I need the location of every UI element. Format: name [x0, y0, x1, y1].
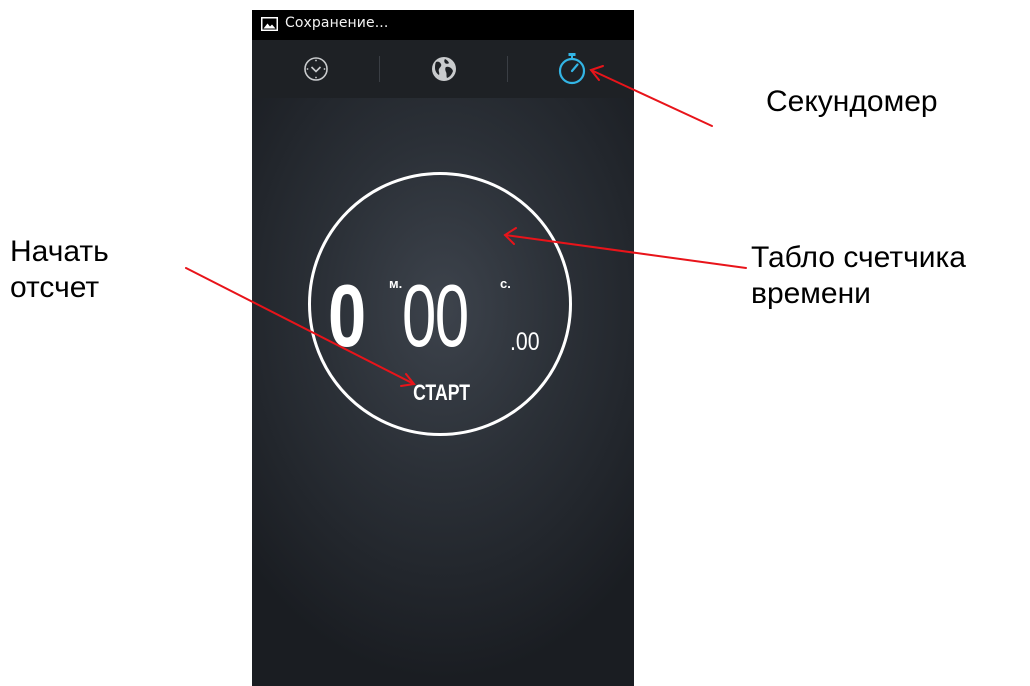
minutes-value: 0 — [328, 266, 367, 365]
start-callout-line1: Начать — [10, 235, 109, 268]
display-callout: Табло счетчика времени — [751, 240, 966, 312]
start-button-label: СТАРТ — [413, 380, 471, 405]
start-callout: Начать отсчет — [10, 234, 109, 306]
seconds-value: 00 — [402, 266, 469, 365]
start-callout-line2: отсчет — [10, 271, 100, 304]
phone-screen: Сохранение... 0 м. 00 с. .00 СТАРТ — [252, 10, 634, 686]
display-callout-line2: времени — [751, 277, 871, 310]
start-button[interactable]: СТАРТ — [390, 377, 494, 409]
time-display: 0 м. 00 с. .00 — [252, 10, 634, 686]
stopwatch-callout: Секундомер — [766, 85, 938, 118]
hundredths-value: .00 — [510, 328, 540, 356]
display-callout-line1: Табло счетчика — [751, 241, 966, 274]
seconds-unit-label: с. — [500, 276, 511, 291]
minutes-unit-label: м. — [389, 276, 403, 291]
